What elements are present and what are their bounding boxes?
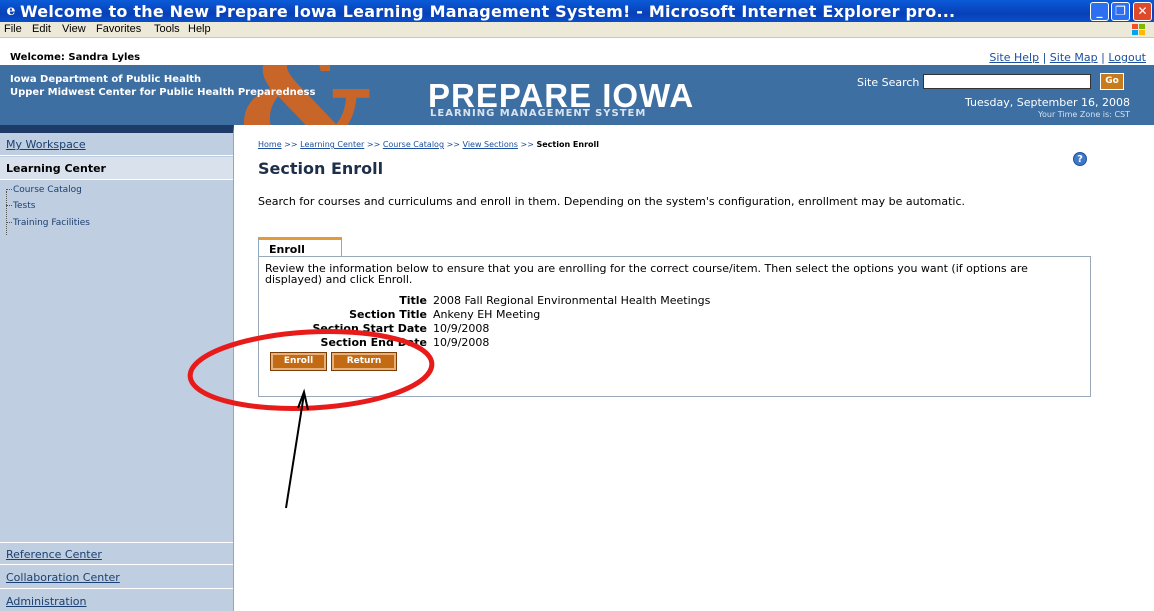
nav-collaboration-center-label: Collaboration Center [6,571,120,584]
menu-file[interactable]: File [4,23,22,35]
nav-reference-center-label: Reference Center [6,548,102,561]
field-label: Title [399,294,427,307]
site-help-link[interactable]: Site Help [989,51,1039,64]
field-label: Section Title [349,308,427,321]
menu-bar: File Edit View Favorites Tools Help [0,22,1154,38]
minimize-button[interactable]: _ [1090,2,1109,21]
field-row-end-date: Section End Date 10/9/2008 [259,336,659,350]
nav-my-workspace[interactable]: My Workspace [0,133,233,156]
close-button[interactable]: ✕ [1133,2,1152,21]
breadcrumb-current: Section Enroll [536,140,600,149]
field-label: Section Start Date [312,322,427,335]
field-row-section-title: Section Title Ankeny EH Meeting [259,308,659,322]
nav-administration[interactable]: Administration [0,590,233,611]
header-banner: & Iowa Department of Public Health Upper… [0,65,1154,125]
field-value: 10/9/2008 [433,322,490,335]
org-line-1: Iowa Department of Public Health [10,74,202,85]
enroll-instructions: Review the information below to ensure t… [265,262,1028,286]
tab-enroll[interactable]: Enroll [258,237,342,257]
breadcrumb-home[interactable]: Home [258,140,282,149]
nav-tree-line [6,191,7,235]
logout-link[interactable]: Logout [1108,51,1146,64]
breadcrumb-course-catalog[interactable]: Course Catalog [383,140,444,149]
enroll-button[interactable]: Enroll [270,352,327,371]
breadcrumb-separator: >> [520,140,534,149]
field-value: Ankeny EH Meeting [433,308,541,321]
breadcrumb-separator: >> [284,140,298,149]
breadcrumb-view-sections[interactable]: View Sections [463,140,518,149]
nav-training-facilities[interactable]: Training Facilities [6,218,90,228]
menu-tools[interactable]: Tools [154,23,180,35]
breadcrumb: Home >> Learning Center >> Course Catalo… [258,140,599,149]
annotation-arrow-line [285,393,305,509]
nav-reference-center[interactable]: Reference Center [0,542,233,565]
window-title: Welcome to the New Prepare Iowa Learning… [20,2,956,21]
menu-edit[interactable]: Edit [32,23,51,35]
nav-administration-label: Administration [6,595,87,608]
menu-view[interactable]: View [62,23,86,35]
return-button[interactable]: Return [331,352,397,371]
search-go-button[interactable]: Go [1100,73,1124,90]
breadcrumb-separator: >> [366,140,381,149]
welcome-text: Welcome: Sandra Lyles [10,52,141,63]
menu-favorites[interactable]: Favorites [96,23,141,35]
current-date: Tuesday, September 16, 2008 [964,96,1130,109]
window-title-bar[interactable]: e Welcome to the New Prepare Iowa Learni… [0,0,1154,22]
field-value: 10/9/2008 [433,336,490,349]
windows-logo-icon [1132,24,1145,35]
ie-icon: e [6,3,16,19]
time-zone: Your Time Zone is: CST [1038,110,1130,119]
nav-learning-center[interactable]: Learning Center [0,157,233,180]
field-value: 2008 Fall Regional Environmental Health … [433,294,711,307]
enroll-panel: Review the information below to ensure t… [258,256,1091,397]
brand-subtitle: LEARNING MANAGEMENT SYSTEM [430,108,647,119]
site-search-input[interactable] [923,74,1091,89]
help-icon[interactable]: ? [1073,152,1087,166]
maximize-button[interactable]: ❐ [1111,2,1130,21]
nav-course-catalog[interactable]: Course Catalog [6,185,82,195]
menu-help[interactable]: Help [188,23,211,35]
field-row-title: Title 2008 Fall Regional Environmental H… [259,294,710,308]
site-map-link[interactable]: Site Map [1050,51,1098,64]
welcome-bar: Welcome: Sandra Lyles Site Help | Site M… [0,39,1154,65]
nav-my-workspace-label: My Workspace [6,138,86,151]
nav-tests[interactable]: Tests [6,201,35,211]
site-search-label: Site Search [857,76,920,89]
field-row-start-date: Section Start Date 10/9/2008 [259,322,659,336]
page-title: Section Enroll [258,159,384,178]
top-links: Site Help | Site Map | Logout [989,51,1146,64]
org-line-2: Upper Midwest Center for Public Health P… [10,87,316,98]
page-description: Search for courses and curriculums and e… [258,195,965,208]
left-navigation: My Workspace Learning Center Course Cata… [0,125,234,611]
field-label: Section End Date [320,336,427,349]
nav-collaboration-center[interactable]: Collaboration Center [0,566,233,589]
breadcrumb-learning-center[interactable]: Learning Center [300,140,364,149]
org-name: Iowa Department of Public Health Upper M… [10,73,315,99]
breadcrumb-separator: >> [446,140,460,149]
nav-learning-center-label: Learning Center [6,162,106,175]
